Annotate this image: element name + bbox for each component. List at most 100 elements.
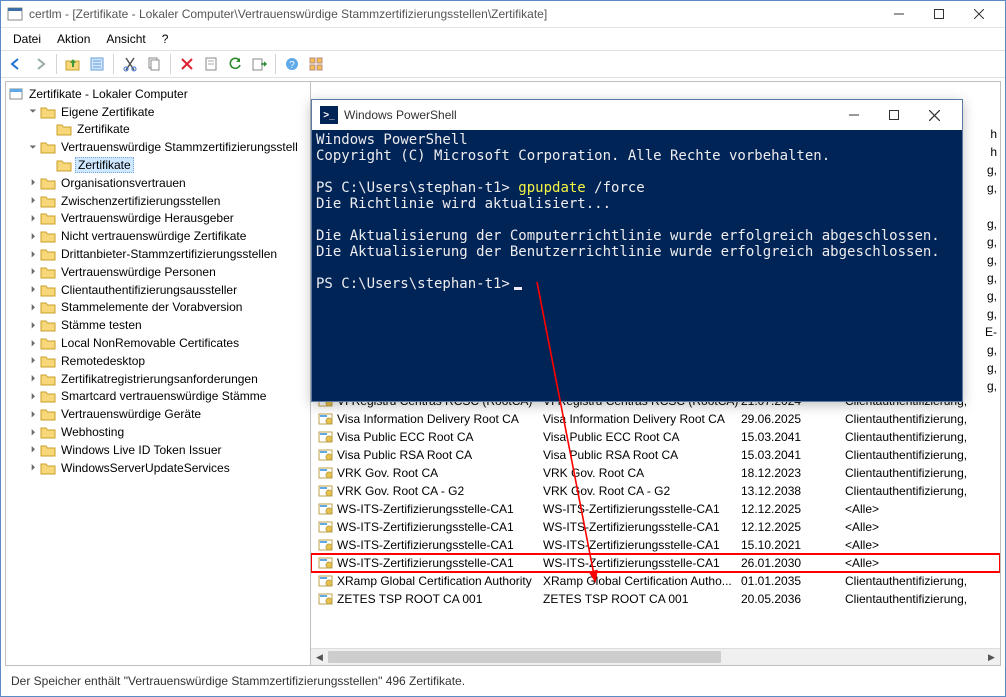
tree-item[interactable]: ⏵Zwischenzertifizierungsstellen (6, 192, 310, 210)
table-row[interactable]: Visa Public RSA Root CAVisa Public RSA R… (311, 446, 1000, 464)
psh-line: Die Richtlinie wird aktualisiert... (316, 196, 611, 212)
table-row[interactable]: WS-ITS-Zertifizierungsstelle-CA1WS-ITS-Z… (311, 518, 1000, 536)
truncated-text (985, 199, 997, 217)
table-row[interactable]: WS-ITS-Zertifizierungsstelle-CA1WS-ITS-Z… (311, 500, 1000, 518)
scroll-thumb[interactable] (328, 651, 721, 663)
tree-item[interactable]: ⏵Nicht vertrauenswürdige Zertifikate (6, 227, 310, 245)
tree-item[interactable]: ⏵Webhosting (6, 423, 310, 441)
tree-item[interactable]: ⏵ Vertrauenswürdige Personen (6, 263, 310, 281)
tree-item[interactable]: ⏵ Drittanbieter-Stammzertifizierungsstell… (6, 245, 310, 263)
expander-closed-icon[interactable]: ⏵ (26, 177, 40, 188)
tree-item[interactable]: ⏵ Vertrauenswürdige Herausgeber (6, 210, 310, 228)
expander-open-icon[interactable]: ⏷ (26, 106, 40, 117)
tree-item[interactable]: Zertifikate (6, 156, 310, 174)
status-text: Der Speicher enthält "Vertrauenswürdige … (11, 674, 465, 688)
scroll-track[interactable] (328, 649, 983, 665)
delete-icon[interactable] (176, 53, 198, 75)
tree-item-label: Drittanbieter-Stammzertifizierungsstelle… (59, 247, 279, 261)
export-icon[interactable] (248, 53, 270, 75)
scroll-left-icon[interactable]: ◀ (311, 649, 328, 665)
minimize-button[interactable] (879, 2, 919, 26)
expander-closed-icon[interactable]: ⏵ (26, 266, 40, 277)
certificate-icon (317, 502, 335, 516)
table-row[interactable]: VRK Gov. Root CAVRK Gov. Root CA18.12.20… (311, 464, 1000, 482)
back-button[interactable] (5, 53, 27, 75)
folder-icon (40, 443, 56, 457)
tree-item[interactable]: ⏵WindowsServerUpdateServices (6, 459, 310, 477)
tree-item[interactable]: ⏵Clientauthentifizierungsaussteller (6, 281, 310, 299)
tree-item-label: Smartcard vertrauenswürdige Stämme (59, 389, 268, 403)
scroll-right-icon[interactable]: ▶ (983, 649, 1000, 665)
expander-closed-icon[interactable]: ⏵ (26, 355, 40, 366)
menu-ansicht[interactable]: Ansicht (98, 30, 153, 48)
menu-datei[interactable]: Datei (5, 30, 49, 48)
tree-item[interactable]: ⏵Local NonRemovable Certificates (6, 334, 310, 352)
psh-minimize-button[interactable] (834, 101, 874, 129)
tree-item[interactable]: ⏵Stämme testen (6, 316, 310, 334)
cut-icon[interactable] (119, 53, 141, 75)
expander-closed-icon[interactable]: ⏵ (26, 320, 40, 331)
close-button[interactable] (959, 2, 999, 26)
tree-item[interactable]: ⏷Eigene Zertifikate (6, 103, 310, 121)
table-row[interactable]: VRK Gov. Root CA - G2VRK Gov. Root CA - … (311, 482, 1000, 500)
expander-closed-icon[interactable]: ⏵ (26, 231, 40, 242)
refresh-icon[interactable] (224, 53, 246, 75)
cell-purpose: <Alle> (845, 520, 1000, 534)
tree-item[interactable]: ⏵Zertifikatregistrierungsanforderungen (6, 370, 310, 388)
expander-closed-icon[interactable]: ⏵ (26, 284, 40, 295)
tree-item-label: Vertrauenswürdige Personen (59, 265, 218, 279)
table-row[interactable]: WS-ITS-Zertifizierungsstelle-CA1WS-ITS-Z… (311, 536, 1000, 554)
tree-item-label: Vertrauenswürdige Herausgeber (59, 211, 236, 225)
psh-close-button[interactable] (914, 101, 954, 129)
tree-item[interactable]: ⏵Stammelemente der Vorabversion (6, 299, 310, 317)
expander-closed-icon[interactable]: ⏵ (26, 391, 40, 402)
expander-closed-icon[interactable]: ⏵ (26, 444, 40, 455)
expander-closed-icon[interactable]: ⏵ (26, 427, 40, 438)
tree-item[interactable]: ⏷Vertrauenswürdige Stammzertifizierungss… (6, 138, 310, 156)
expander-closed-icon[interactable]: ⏵ (26, 213, 40, 224)
expander-closed-icon[interactable]: ⏵ (26, 373, 40, 384)
table-row[interactable]: Visa Public ECC Root CAVisa Public ECC R… (311, 428, 1000, 446)
tree-item[interactable]: ⏵Vertrauenswürdige Geräte (6, 405, 310, 423)
menu-help[interactable]: ? (154, 30, 177, 48)
expander-open-icon[interactable]: ⏷ (26, 142, 40, 153)
folder-icon (40, 407, 56, 421)
psh-maximize-button[interactable] (874, 101, 914, 129)
help-icon[interactable]: ? (281, 53, 303, 75)
cell-issued-by: VRK Gov. Root CA - G2 (543, 484, 741, 498)
folder-icon (40, 229, 56, 243)
grid-icon[interactable] (305, 53, 327, 75)
psh-prompt: PS C:\Users\stephan-t1> (316, 180, 518, 196)
tree-pane[interactable]: Zertifikate - Lokaler Computer ⏷Eigene Z… (6, 82, 311, 665)
expander-closed-icon[interactable]: ⏵ (26, 195, 40, 206)
expander-closed-icon[interactable]: ⏵ (26, 302, 40, 313)
table-row[interactable]: Visa Information Delivery Root CAVisa In… (311, 410, 1000, 428)
up-folder-icon[interactable] (62, 53, 84, 75)
cell-issued-by: Visa Public ECC Root CA (543, 430, 741, 444)
horizontal-scrollbar[interactable]: ◀ ▶ (311, 648, 1000, 665)
folder-icon (56, 158, 72, 172)
tree-item[interactable]: Zertifikate (6, 121, 310, 139)
maximize-button[interactable] (919, 2, 959, 26)
menu-aktion[interactable]: Aktion (49, 30, 98, 48)
tree-root[interactable]: Zertifikate - Lokaler Computer (6, 85, 310, 103)
expander-closed-icon[interactable]: ⏵ (26, 338, 40, 349)
expander-closed-icon[interactable]: ⏵ (26, 462, 40, 473)
forward-button[interactable] (29, 53, 51, 75)
table-row[interactable]: WS-ITS-Zertifizierungsstelle-CA1WS-ITS-Z… (311, 554, 1000, 572)
table-row[interactable]: XRamp Global Certification AuthorityXRam… (311, 572, 1000, 590)
expander-closed-icon[interactable]: ⏵ (26, 249, 40, 260)
copy-icon[interactable] (143, 53, 165, 75)
psh-line: Die Aktualisierung der Benutzerrichtlini… (316, 244, 940, 260)
table-row[interactable]: ZETES TSP ROOT CA 001ZETES TSP ROOT CA 0… (311, 590, 1000, 608)
tree-item-label: Zertifikate (75, 157, 134, 173)
powershell-titlebar[interactable]: >_ Windows PowerShell (312, 100, 962, 130)
tree-item[interactable]: ⏵ Smartcard vertrauenswürdige Stämme (6, 388, 310, 406)
properties-icon[interactable] (86, 53, 108, 75)
tree-item[interactable]: ⏵Organisationsvertrauen (6, 174, 310, 192)
tree-item[interactable]: ⏵Remotedesktop (6, 352, 310, 370)
powershell-console[interactable]: Windows PowerShell Copyright (C) Microso… (312, 130, 962, 401)
expander-closed-icon[interactable]: ⏵ (26, 409, 40, 420)
page-icon[interactable] (200, 53, 222, 75)
tree-item[interactable]: ⏵Windows Live ID Token Issuer (6, 441, 310, 459)
